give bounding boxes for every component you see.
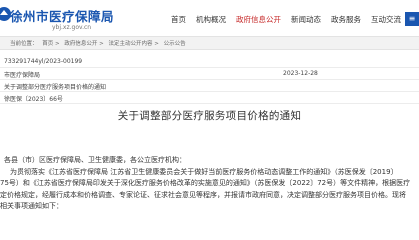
breadcrumb-prefix: 当前位置： bbox=[10, 41, 38, 47]
nav-item-services[interactable]: 政务服务 bbox=[326, 12, 366, 28]
site-domain: ybj.xz.gov.cn bbox=[52, 24, 92, 31]
info-row-subject: 关于调整部分医疗服务项目价格的通知 bbox=[0, 80, 419, 92]
article-line: 相关事项通知如下： bbox=[0, 202, 63, 210]
index-number: 733291744yl/2023-00199 bbox=[4, 58, 83, 65]
nav-item-about[interactable]: 机构概况 bbox=[191, 12, 231, 28]
info-row-doc-number: 徐医保〔2023〕66号 bbox=[0, 92, 419, 104]
article-line: 各县（市）区医疗保障局、卫生健康委，各公立医疗机构： bbox=[4, 156, 186, 164]
nav-item-news[interactable]: 新闻动态 bbox=[286, 12, 326, 28]
nav-item-home[interactable]: 首页 bbox=[166, 12, 191, 28]
document-number: 徐医保〔2023〕66号 bbox=[4, 96, 63, 103]
breadcrumb-legal-content[interactable]: 法定主动公开内容 > bbox=[108, 41, 158, 47]
menu-icon[interactable]: ≡ bbox=[405, 12, 419, 26]
site-name[interactable]: 徐州市医疗保障局 bbox=[10, 6, 114, 25]
article-line: 定价格规定，经履行成本和价格调查、专家论证、征求社会意见等程序，并报请市政府同意… bbox=[0, 190, 406, 199]
breadcrumb-gov-info[interactable]: 政府信息公开 > bbox=[64, 41, 103, 47]
breadcrumb-bar: 当前位置： 首页 > 政府信息公开 > 法定主动公开内容 > 公示公告 bbox=[0, 36, 419, 50]
breadcrumb-home[interactable]: 首页 > bbox=[42, 41, 59, 47]
publisher: 市医疗保障局 bbox=[4, 72, 41, 79]
article-line: 为贯彻落实《江苏省医疗保障局 江苏省卫生健康委员会关于做好当前医疗服务价格动态调… bbox=[10, 167, 398, 176]
nav-item-interaction[interactable]: 互动交流 bbox=[366, 12, 406, 28]
main-nav: 首页 机构概况 政府信息公开 新闻动态 政务服务 互动交流 bbox=[166, 12, 406, 28]
article-body: 各县（市）区医疗保障局、卫生健康委，各公立医疗机构： 为贯彻落实《江苏省医疗保障… bbox=[0, 155, 419, 213]
info-row-publisher: 市医疗保障局 2023-12-28 bbox=[0, 68, 419, 80]
breadcrumb-notices[interactable]: 公示公告 bbox=[164, 41, 186, 47]
nav-item-gov-info[interactable]: 政府信息公开 bbox=[231, 12, 286, 28]
article-line: 75号）和《江苏省医疗保障局印发关于深化医疗服务价格改革的实施意见的通知》（苏医… bbox=[0, 179, 411, 187]
breadcrumb: 当前位置： 首页 > 政府信息公开 > 法定主动公开内容 > 公示公告 bbox=[10, 39, 189, 47]
publish-date: 2023-12-28 bbox=[283, 70, 318, 77]
site-header: 徐州市医疗保障局 ybj.xz.gov.cn 首页 机构概况 政府信息公开 新闻… bbox=[0, 0, 419, 36]
info-row-index: 733291744yl/2023-00199 bbox=[0, 56, 419, 68]
article-title: 关于调整部分医疗服务项目价格的通知 bbox=[117, 110, 302, 122]
document-subject: 关于调整部分医疗服务项目价格的通知 bbox=[4, 84, 107, 91]
document-info-table: 733291744yl/2023-00199 市医疗保障局 2023-12-28… bbox=[0, 56, 419, 104]
